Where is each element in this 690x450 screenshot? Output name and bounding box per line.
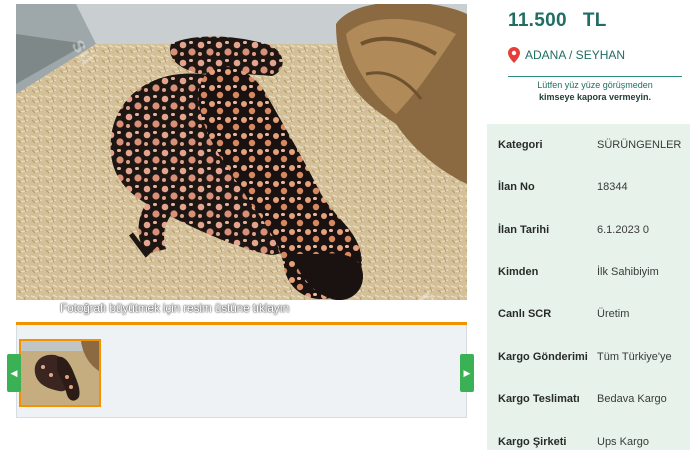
detail-row-listing-date: İlan Tarihi 6.1.2023 0 — [487, 209, 690, 251]
warning-line-1: Lütfen yüz yüze görüşmeden — [537, 80, 653, 90]
price-currency: TL — [582, 10, 607, 31]
detail-label: Kargo Teslimatı — [498, 393, 580, 405]
detail-row-carrier: Kargo Şirketi Ups Kargo — [487, 421, 690, 450]
warning-line-2: kimseye kapora vermeyin. — [538, 92, 652, 102]
detail-value: Tüm Türkiye'ye — [597, 351, 672, 363]
deposit-warning: Lütfen yüz yüze görüşmeden kimseye kapor… — [508, 79, 682, 103]
detail-value: Üretim — [597, 308, 630, 320]
price-box: 11.500 TL ADANA / SEYHAN Lütfen yüz yüze … — [487, 0, 690, 124]
detail-row-delivery: Kargo Teslimatı Bedava Kargo — [487, 378, 690, 420]
detail-label: Kategori — [498, 139, 543, 151]
gallery-next-button[interactable]: ▶ — [460, 354, 474, 392]
price-value: 11.500 — [508, 10, 567, 31]
detail-value: Ups Kargo — [597, 436, 649, 448]
listing-price: 11.500 TL — [508, 10, 607, 32]
lizard-photo-image: sü m — [16, 4, 467, 304]
photo-enlarge-hint: Fotoğrafı büyütmek için resim üstüne tık… — [60, 301, 290, 315]
map-pin-icon — [508, 47, 520, 63]
main-photo[interactable]: sü m — [16, 4, 467, 304]
listing-page: sü m Fotoğrafı büyütmek için resim üstün… — [0, 0, 690, 450]
thumbnail-image — [21, 341, 99, 405]
chevron-left-icon: ◀ — [10, 367, 18, 378]
detail-label: Kargo Gönderimi — [498, 351, 588, 363]
listing-info-panel: 11.500 TL ADANA / SEYHAN Lütfen yüz yüze … — [487, 0, 690, 450]
listing-location[interactable]: ADANA / SEYHAN — [508, 47, 625, 63]
gallery-prev-button[interactable]: ◀ — [7, 354, 21, 392]
detail-row-scr: Canlı SCR Üretim — [487, 293, 690, 335]
thumbnail-strip — [16, 325, 467, 418]
detail-value: Bedava Kargo — [597, 393, 667, 405]
detail-row-seller: Kimden İlk Sahibiyim — [487, 251, 690, 293]
detail-label: İlan No — [498, 181, 535, 193]
detail-label: Canlı SCR — [498, 308, 552, 320]
detail-value: İlk Sahibiyim — [597, 266, 659, 278]
detail-value: 6.1.2023 0 — [597, 224, 649, 236]
detail-row-shipping: Kargo Gönderimi Tüm Türkiye'ye — [487, 336, 690, 378]
photo-caption-bar: Fotoğrafı büyütmek için resim üstüne tık… — [16, 300, 467, 322]
detail-label: Kimden — [498, 266, 539, 278]
thumbnail-1[interactable] — [19, 339, 101, 407]
photo-gallery: sü m Fotoğrafı büyütmek için resim üstün… — [0, 0, 487, 450]
detail-row-listing-no: İlan No 18344 — [487, 166, 690, 208]
location-text: ADANA / SEYHAN — [525, 48, 626, 62]
listing-details: Kategori SÜRÜNGENLER İlan No 18344 İlan … — [487, 124, 690, 450]
detail-value: SÜRÜNGENLER — [597, 139, 682, 151]
detail-label: İlan Tarihi — [498, 224, 550, 236]
detail-value: 18344 — [597, 181, 628, 193]
detail-row-category: Kategori SÜRÜNGENLER — [487, 124, 690, 166]
chevron-right-icon: ▶ — [463, 367, 471, 378]
price-divider — [508, 76, 682, 77]
detail-label: Kargo Şirketi — [498, 436, 567, 448]
